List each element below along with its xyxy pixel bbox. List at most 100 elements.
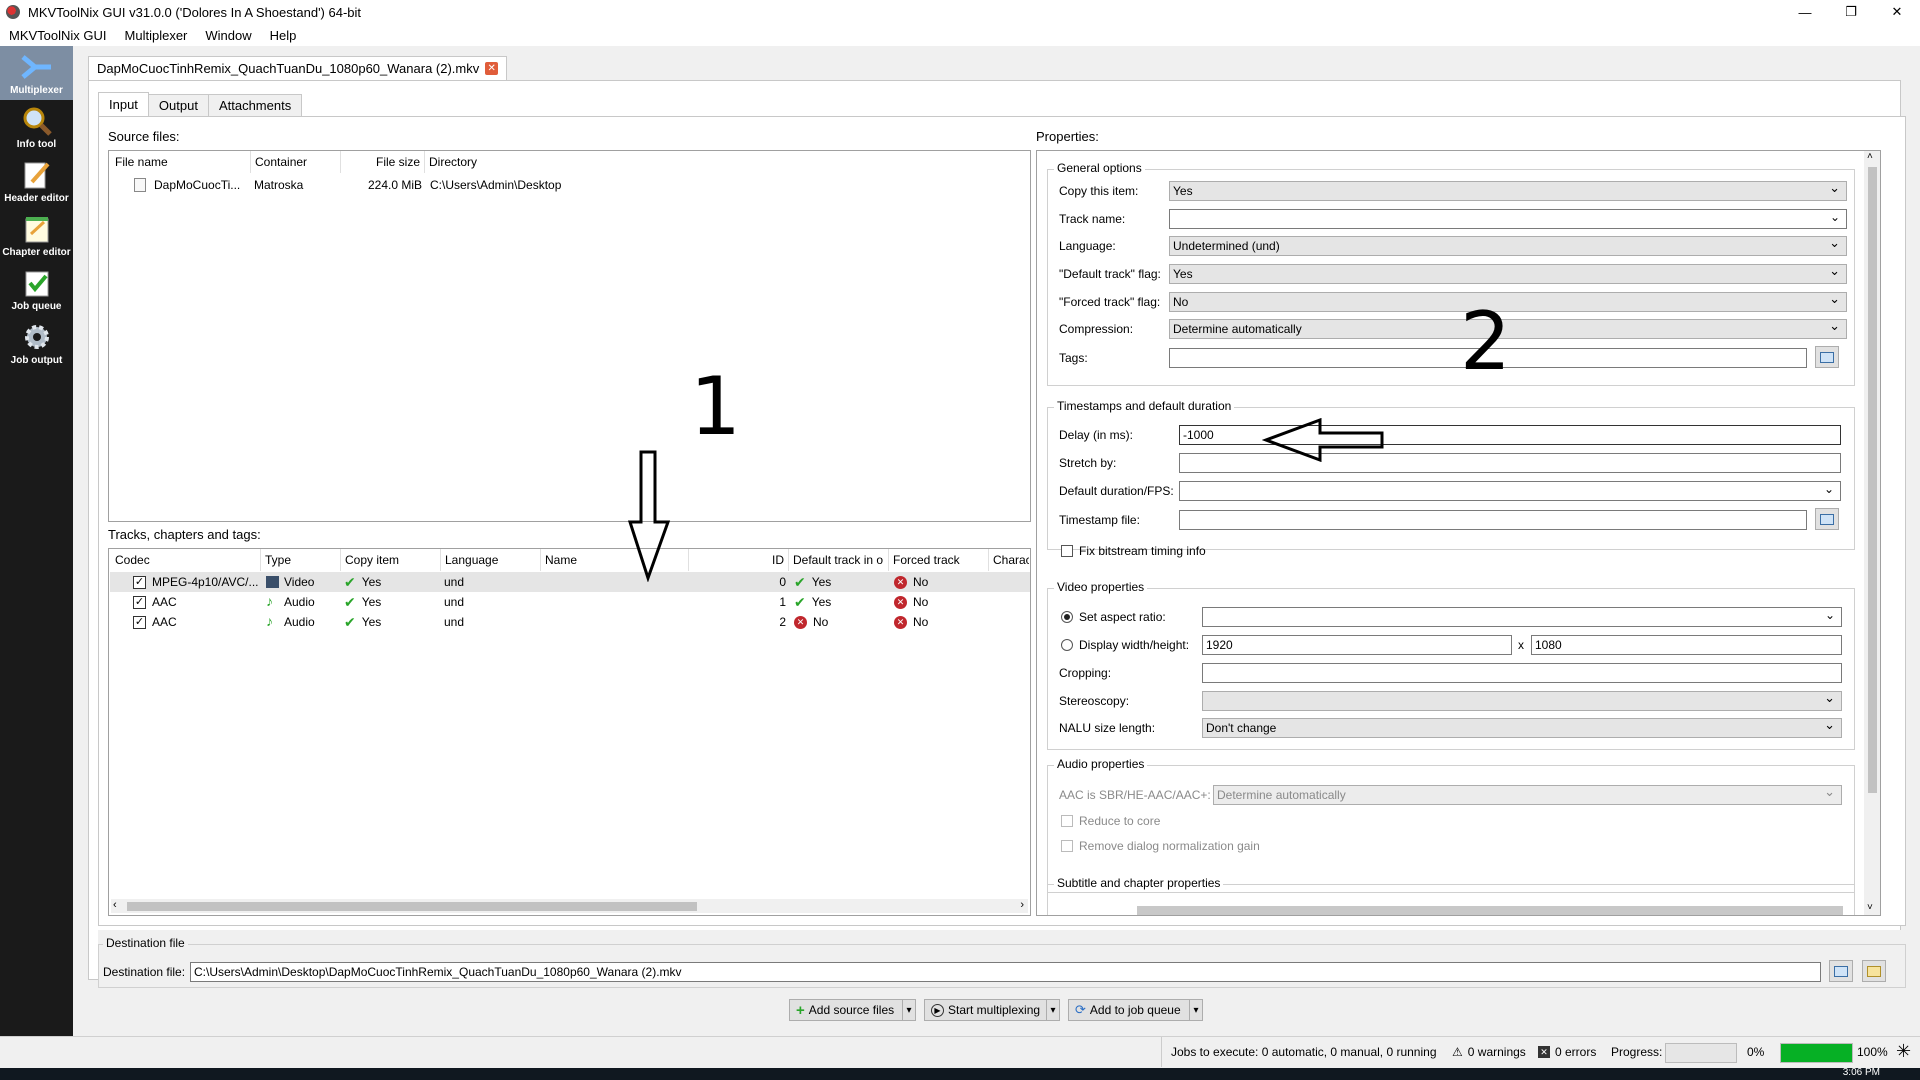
menu-multiplexer[interactable]: Multiplexer	[116, 28, 197, 43]
track-forced: No	[913, 575, 929, 589]
menu-help[interactable]: Help	[261, 28, 306, 43]
source-file-row[interactable]: DapMoCuocTi... Matroska 224.0 MiB C:\Use…	[110, 175, 1030, 195]
track-row[interactable]: ✓ AAC ♪ Audio ✔ Yes und 1 ✔ Yes ✕ No	[110, 592, 1030, 612]
timestamp-file-browse-button[interactable]	[1815, 508, 1839, 530]
scroll-up-icon[interactable]: ˄	[1867, 151, 1873, 162]
add-source-files-dropdown[interactable]: ▾	[902, 999, 916, 1021]
add-source-files-button[interactable]: + Add source files	[789, 999, 906, 1021]
menu-window[interactable]: Window	[196, 28, 260, 43]
chevron-down-icon[interactable]: ⌄	[1830, 210, 1840, 224]
aspect-ratio-radio[interactable]	[1061, 611, 1073, 623]
sidebar-item-job-output[interactable]: Job output	[0, 316, 73, 370]
menu-mkvtoolnix[interactable]: MKVToolNix GUI	[0, 28, 116, 43]
col-forced-track[interactable]: Forced track	[889, 549, 989, 571]
notepad-icon	[20, 213, 54, 245]
gear-icon	[20, 321, 54, 353]
col-id[interactable]: ID	[689, 549, 789, 571]
close-tab-icon[interactable]: ✕	[485, 62, 499, 75]
tags-browse-button[interactable]	[1815, 346, 1839, 368]
reduce-to-core-checkbox[interactable]	[1061, 815, 1073, 827]
col-file-name[interactable]: File name	[111, 151, 251, 173]
destination-browse-button[interactable]	[1829, 960, 1853, 982]
maximize-button[interactable]: ❐	[1828, 0, 1874, 24]
subtitle-charset-select[interactable]	[1137, 906, 1843, 915]
track-name-input[interactable]: ⌄	[1169, 209, 1847, 229]
track-row[interactable]: ✓ AAC ♪ Audio ✔ Yes und 2 ✕ No ✕ No	[110, 612, 1030, 632]
col-type[interactable]: Type	[261, 549, 341, 571]
forced-flag-label: "Forced track" flag:	[1059, 295, 1161, 309]
track-row[interactable]: ✓ MPEG-4p10/AVC/... Video ✔ Yes und 0 ✔ Ye…	[110, 572, 1030, 592]
tab-input[interactable]: Input	[98, 92, 149, 116]
sidebar-item-header-editor[interactable]: Header editor	[0, 154, 73, 208]
jobs-status[interactable]: Jobs to execute: 0 automatic, 0 manual, …	[1171, 1045, 1437, 1059]
nalu-size-select[interactable]: Don't change	[1202, 717, 1842, 738]
aac-sbr-label: AAC is SBR/HE-AAC/AAC+:	[1059, 788, 1211, 802]
fix-bitstream-checkbox[interactable]	[1061, 545, 1073, 557]
scrollbar-thumb[interactable]	[127, 902, 697, 911]
total-progress-bar	[1780, 1043, 1853, 1063]
timestamp-file-input[interactable]	[1179, 510, 1807, 530]
errors-status[interactable]: ✕ 0 errors	[1538, 1045, 1596, 1059]
start-multiplexing-button[interactable]: ▶ Start multiplexing	[924, 999, 1048, 1021]
col-default-track[interactable]: Default track in o	[789, 549, 889, 571]
cropping-input[interactable]	[1202, 663, 1842, 683]
tracks-horizontal-scrollbar[interactable]: ‹ ›	[111, 899, 1028, 913]
file-tab[interactable]: DapMoCuocTinhRemix_QuachTuanDu_1080p60_W…	[88, 56, 508, 80]
copy-item-select[interactable]: Yes	[1169, 180, 1847, 201]
col-directory[interactable]: Directory	[425, 151, 725, 173]
aac-sbr-select[interactable]: Determine automatically	[1213, 784, 1842, 805]
current-progress-value: 0%	[1747, 1045, 1765, 1059]
display-dimensions-radio[interactable]	[1061, 639, 1073, 651]
tracks-list[interactable]: Codec Type Copy item Language Name ID De…	[108, 548, 1031, 916]
col-container[interactable]: Container	[251, 151, 341, 173]
display-height-input[interactable]: 1080	[1531, 635, 1842, 655]
checklist-icon	[20, 267, 54, 299]
start-multiplexing-label: Start multiplexing	[948, 1003, 1041, 1017]
tab-attachments[interactable]: Attachments	[207, 94, 303, 116]
sidebar-item-job-queue[interactable]: Job queue	[0, 262, 73, 316]
language-select[interactable]: Undetermined (und)	[1169, 235, 1847, 256]
close-window-button[interactable]: ✕	[1874, 0, 1920, 24]
track-forced: No	[913, 615, 929, 629]
start-multiplexing-dropdown[interactable]: ▾	[1046, 999, 1060, 1021]
multiplexer-icon	[20, 51, 54, 83]
col-language[interactable]: Language	[441, 549, 541, 571]
add-to-job-queue-dropdown[interactable]: ▾	[1189, 999, 1203, 1021]
track-checkbox[interactable]: ✓	[133, 595, 146, 609]
tool-sidebar: Multiplexer Info tool Header editor Chap…	[0, 46, 73, 1058]
col-characteristics[interactable]: Charac	[989, 549, 1029, 571]
destination-recent-button[interactable]	[1862, 960, 1886, 982]
track-checkbox[interactable]: ✓	[133, 615, 146, 629]
check-icon: ✔	[794, 593, 806, 610]
sidebar-item-multiplexer[interactable]: Multiplexer	[0, 46, 73, 100]
display-width-input[interactable]: 1920	[1202, 635, 1512, 655]
stereoscopy-select[interactable]	[1202, 690, 1842, 711]
col-codec[interactable]: Codec	[111, 549, 261, 571]
scrollbar-thumb[interactable]	[1868, 167, 1877, 793]
warnings-status[interactable]: ⚠ 0 warnings	[1452, 1045, 1526, 1059]
chevron-down-icon[interactable]: ⌄	[1825, 608, 1835, 622]
windows-taskbar: 3:06 PM	[0, 1067, 1920, 1080]
mkvtoolnix-app-icon	[6, 5, 20, 19]
col-copy-item[interactable]: Copy item	[341, 549, 441, 571]
scroll-left-icon[interactable]: ‹	[113, 899, 117, 911]
add-to-job-queue-button[interactable]: ⟳ Add to job queue	[1068, 999, 1196, 1021]
minimize-button[interactable]: —	[1782, 0, 1828, 24]
current-progress-bar	[1665, 1043, 1737, 1063]
chevron-down-icon[interactable]: ⌄	[1824, 482, 1834, 496]
default-flag-select[interactable]: Yes	[1169, 263, 1847, 284]
properties-vertical-scrollbar[interactable]: ˄ ˅	[1864, 151, 1880, 915]
remove-dialog-norm-checkbox[interactable]	[1061, 840, 1073, 852]
scroll-down-icon[interactable]: ˅	[1867, 902, 1873, 913]
track-checkbox[interactable]: ✓	[133, 575, 146, 589]
source-files-list[interactable]: File name Container File size Directory …	[108, 150, 1031, 522]
default-duration-input[interactable]: ⌄	[1179, 481, 1841, 501]
scroll-right-icon[interactable]: ›	[1020, 899, 1024, 911]
tab-output[interactable]: Output	[147, 94, 209, 116]
aspect-ratio-input[interactable]: ⌄	[1202, 607, 1842, 627]
sidebar-item-info-tool[interactable]: Info tool	[0, 100, 73, 154]
col-file-size[interactable]: File size	[341, 151, 425, 173]
sidebar-item-chapter-editor[interactable]: Chapter editor	[0, 208, 73, 262]
destination-file-input[interactable]: C:\Users\Admin\Desktop\DapMoCuocTinhRemi…	[190, 962, 1821, 982]
status-bar: Jobs to execute: 0 automatic, 0 manual, …	[0, 1036, 1920, 1068]
